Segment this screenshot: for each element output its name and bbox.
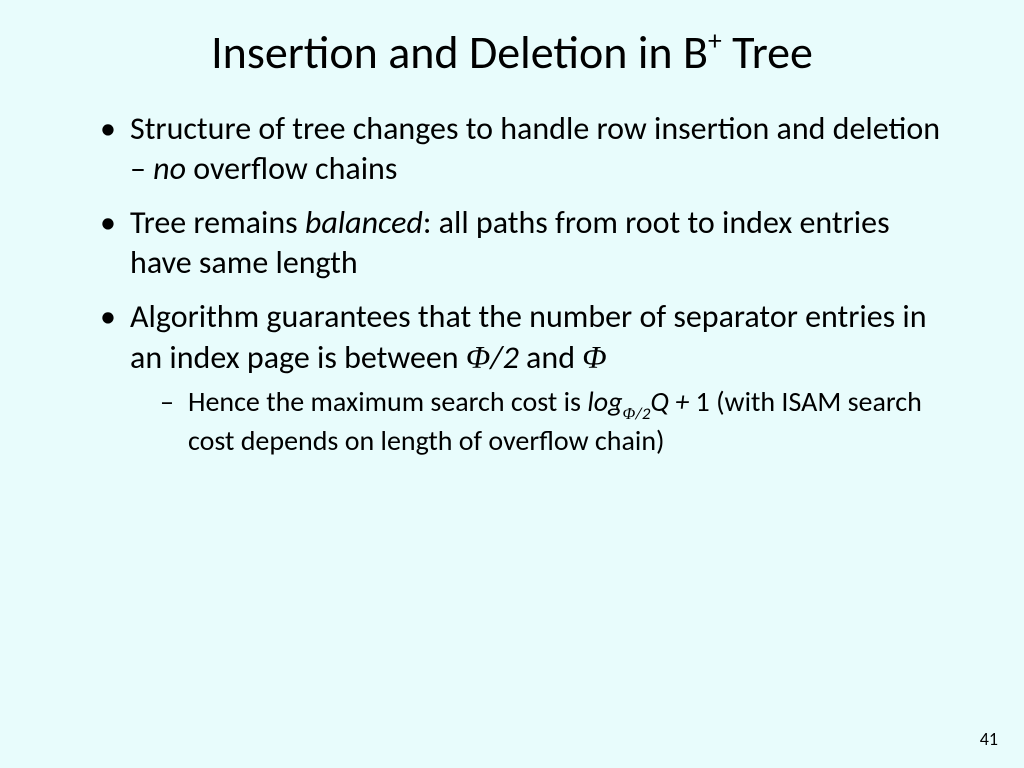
s1-subscript: Φ/2 (623, 403, 651, 424)
s1-sub-phi: Φ (623, 404, 636, 423)
b2-emph-balanced: balanced (305, 203, 423, 242)
b1-emph-no: no (153, 149, 186, 188)
title-superscript: + (708, 25, 722, 58)
b3-half: /2 (490, 338, 519, 377)
b2-text-a: Tree remains (130, 203, 305, 242)
sub-bullet-1: Hence the maximum search cost is logΦ/2Q… (160, 384, 954, 459)
bullet-3: Algorithm guarantees that the number of … (100, 297, 954, 459)
title-pre: Insertion and Deletion in B (211, 25, 708, 81)
b3-and: and (519, 338, 582, 377)
slide: Insertion and Deletion in B+ Tree Struct… (0, 0, 1024, 768)
s1-text-a: Hence the maximum search cost is (188, 384, 587, 419)
slide-title: Insertion and Deletion in B+ Tree (60, 28, 964, 79)
b1-text-b: overflow chains (186, 149, 397, 188)
b3-phi-1: Φ (466, 339, 490, 375)
bullet-2: Tree remains balanced: all paths from ro… (100, 203, 954, 283)
b3-phi-2: Φ (582, 339, 606, 375)
bullet-1: Structure of tree changes to handle row … (100, 109, 954, 189)
s1-Q: Q + (650, 384, 695, 419)
title-post: Tree (722, 25, 813, 81)
sub-bullet-list: Hence the maximum search cost is logΦ/2Q… (130, 384, 954, 459)
s1-sub-half: /2 (635, 403, 650, 424)
page-number: 41 (980, 728, 998, 750)
bullet-list: Structure of tree changes to handle row … (60, 109, 964, 459)
s1-log: log (587, 384, 622, 419)
